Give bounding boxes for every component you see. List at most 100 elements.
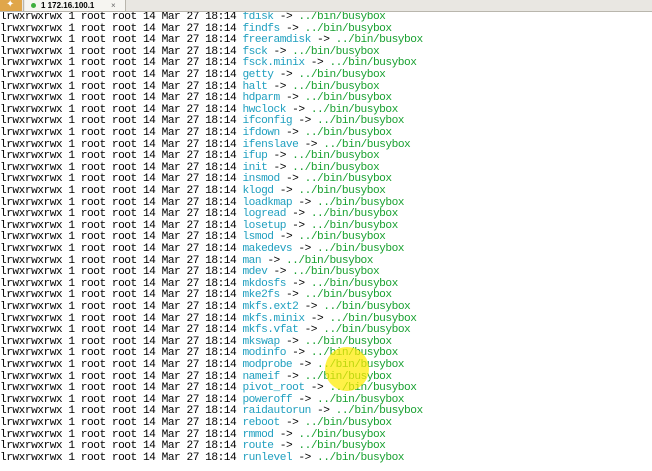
ls-size: 14 — [142, 335, 156, 348]
ls-perms: lrwxrwxrwx — [0, 185, 63, 197]
link-name: loadkmap — [242, 196, 293, 209]
ls-perms: lrwxrwxrwx — [0, 150, 63, 163]
link-arrow: -> — [279, 12, 293, 23]
ls-perms: lrwxrwxrwx — [0, 45, 63, 58]
ls-owner: root — [80, 324, 106, 337]
ls-perms: lrwxrwxrwx — [0, 277, 63, 290]
session-tab[interactable]: 1 172.16.100.1 × — [25, 0, 126, 11]
link-name: losetup — [242, 219, 286, 232]
link-target: ../bin/busybox — [292, 161, 380, 174]
ls-links: 1 — [68, 254, 75, 267]
ls-size: 14 — [142, 312, 156, 325]
ls-perms: lrwxrwxrwx — [0, 34, 63, 47]
link-name: modprobe — [242, 359, 293, 371]
ls-group: root — [111, 138, 137, 151]
ls-time: 18:14 — [205, 34, 237, 47]
tab-separator — [23, 0, 24, 11]
ls-perms: lrwxrwxrwx — [0, 359, 63, 371]
ls-day: 27 — [186, 34, 199, 47]
close-icon[interactable]: × — [111, 0, 116, 11]
ls-links: 1 — [68, 266, 75, 279]
ls-time: 18:14 — [205, 440, 237, 453]
ls-links: 1 — [68, 440, 75, 453]
link-arrow: -> — [317, 405, 330, 418]
ls-links: 1 — [68, 243, 75, 255]
ls-month: Mar — [161, 173, 181, 186]
ls-perms: lrwxrwxrwx — [0, 289, 63, 302]
ls-links: 1 — [68, 324, 75, 337]
ls-size: 14 — [142, 173, 156, 186]
link-target: ../bin/busybox — [304, 335, 393, 348]
ls-size: 14 — [142, 92, 156, 105]
link-target: ../bin/busybox — [298, 231, 386, 244]
link-target: ../bin/busybox — [304, 92, 393, 105]
link-arrow: -> — [310, 382, 324, 395]
ls-group: root — [111, 185, 137, 197]
link-target: ../bin/busybox — [310, 347, 399, 360]
ls-size: 14 — [142, 12, 156, 23]
ls-month: Mar — [161, 45, 181, 58]
link-name: logread — [242, 208, 286, 221]
ls-owner: root — [80, 347, 106, 360]
link-arrow: -> — [298, 393, 311, 406]
link-arrow: -> — [273, 80, 287, 93]
ls-group: root — [111, 196, 137, 209]
ls-day: 27 — [186, 254, 199, 267]
ls-month: Mar — [161, 254, 181, 267]
ls-size: 14 — [142, 34, 156, 47]
ls-links: 1 — [68, 393, 75, 406]
ls-links: 1 — [68, 417, 75, 429]
link-target: ../bin/busybox — [304, 370, 393, 383]
link-arrow: -> — [285, 22, 299, 35]
link-target: ../bin/busybox — [304, 127, 393, 139]
ls-month: Mar — [161, 34, 181, 47]
ls-links: 1 — [68, 22, 75, 35]
ls-time: 18:14 — [205, 428, 237, 441]
ls-day: 27 — [186, 359, 199, 371]
ls-group: root — [111, 359, 137, 371]
link-target: ../bin/busybox — [317, 243, 405, 255]
ls-month: Mar — [161, 382, 181, 395]
ls-owner: root — [80, 150, 106, 163]
link-name: poweroff — [242, 393, 293, 406]
ls-size: 14 — [142, 22, 156, 35]
ls-day: 27 — [186, 440, 199, 453]
ls-owner: root — [80, 219, 106, 232]
ls-time: 18:14 — [205, 382, 237, 395]
ls-group: root — [111, 393, 137, 406]
session-tab-title: 1 172.16.100.1 — [41, 1, 95, 10]
ls-size: 14 — [142, 382, 156, 395]
app-logo-icon[interactable]: ✦ — [0, 0, 22, 11]
ls-perms: lrwxrwxrwx — [0, 92, 63, 105]
link-arrow: -> — [317, 34, 330, 47]
ls-links: 1 — [68, 185, 75, 197]
link-arrow: -> — [285, 370, 299, 383]
ls-links: 1 — [68, 208, 75, 221]
ls-links: 1 — [68, 103, 75, 116]
ls-owner: root — [80, 103, 106, 116]
ls-links: 1 — [68, 277, 75, 290]
ls-group: root — [111, 231, 137, 244]
terminal-output[interactable]: lrwxrwxrwx 1 root root 14 Mar 27 18:14 f… — [0, 12, 652, 471]
ls-day: 27 — [186, 289, 199, 302]
link-arrow: -> — [310, 312, 324, 325]
ls-group: root — [111, 405, 137, 418]
ls-perms: lrwxrwxrwx — [0, 138, 63, 151]
ls-month: Mar — [161, 69, 181, 81]
ls-size: 14 — [142, 243, 156, 255]
ls-time: 18:14 — [205, 393, 237, 406]
ls-group: root — [111, 312, 137, 325]
link-target: ../bin/busybox — [329, 57, 417, 70]
ls-size: 14 — [142, 185, 156, 197]
link-name: route — [242, 440, 274, 453]
ls-perms: lrwxrwxrwx — [0, 231, 63, 244]
ls-month: Mar — [161, 335, 181, 348]
ls-links: 1 — [68, 34, 75, 47]
ls-time: 18:14 — [205, 324, 237, 337]
link-name: man — [242, 254, 262, 267]
ls-owner: root — [80, 382, 106, 395]
ls-day: 27 — [186, 173, 199, 186]
link-arrow: -> — [298, 196, 311, 209]
ls-time: 18:14 — [205, 277, 237, 290]
ls-day: 27 — [186, 347, 199, 360]
